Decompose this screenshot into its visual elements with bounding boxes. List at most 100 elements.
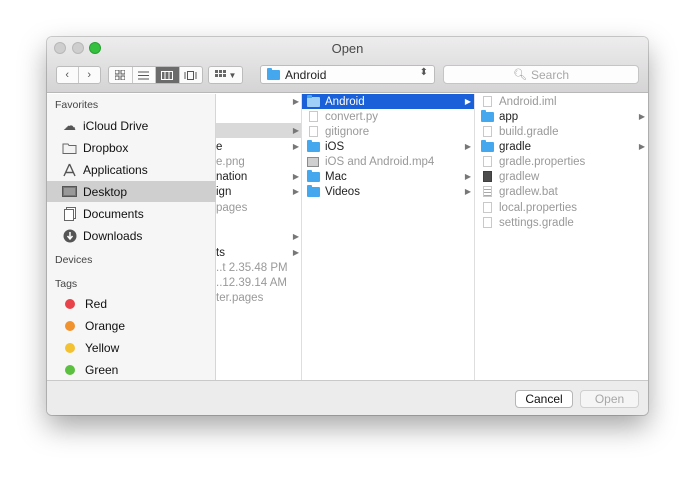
sidebar-item-documents[interactable]: Documents	[47, 203, 216, 224]
list-item[interactable]: ign ▶	[216, 184, 301, 199]
sidebar-item-label: Documents	[83, 206, 144, 221]
list-item[interactable]: gradlew.bat	[475, 184, 648, 199]
folder-icon	[267, 67, 280, 80]
documents-icon	[61, 206, 78, 221]
browser-column-1: ▶ ▶ e ▶ e.png nation ▶ ign ▶ pages ▶ ts ▶ ..…	[216, 94, 302, 380]
orange-tag-dot-icon	[65, 320, 75, 331]
folder-icon	[307, 184, 320, 197]
sidebar-item-dropbox[interactable]: Dropbox	[47, 137, 216, 158]
browser-column-3: Android.iml app ▶ build.gradle gradle ▶ gr…	[475, 94, 648, 380]
list-item[interactable]: gradlew	[475, 169, 648, 184]
list-item[interactable]: settings.gradle	[475, 215, 648, 230]
list-item[interactable]: local.properties	[475, 200, 648, 215]
file-icon	[483, 96, 492, 107]
chevron-left-icon: ‹	[65, 69, 70, 81]
sidebar-item-applications[interactable]: Applications	[47, 159, 216, 180]
cancel-button[interactable]: Cancel	[515, 390, 573, 408]
list-item[interactable]: gradle.properties	[475, 154, 648, 169]
chevron-right-icon: ▶	[292, 232, 299, 241]
file-icon	[309, 111, 318, 122]
titlebar: Open ‹ › ▼ Android ⬍ 🔍︎ Search	[47, 37, 648, 93]
column-view-button[interactable]	[156, 67, 180, 83]
window-title: Open	[331, 41, 364, 56]
list-item[interactable]: Android.iml	[475, 94, 648, 109]
forward-button[interactable]: ›	[79, 67, 100, 83]
list-item[interactable]: gradle ▶	[475, 139, 648, 154]
list-item[interactable]: nation ▶	[216, 169, 301, 184]
sidebar-item-label: Desktop	[83, 184, 128, 199]
sidebar-item-downloads[interactable]: Downloads	[47, 225, 216, 246]
folder-icon	[481, 109, 494, 122]
list-item[interactable]: ter.pages	[216, 290, 301, 305]
sidebar-item-label: Downloads	[83, 228, 143, 243]
bottom-bar: Cancel Open	[47, 380, 648, 415]
chevron-right-icon: ▶	[464, 172, 471, 181]
sidebar-item-desktop[interactable]: Desktop	[47, 181, 216, 202]
open-button[interactable]: Open	[580, 390, 639, 408]
column-view-icon	[161, 70, 174, 80]
folder-icon	[307, 169, 320, 182]
folder-icon	[307, 94, 320, 107]
sidebar-item-label: Applications	[83, 162, 148, 177]
list-item[interactable]: convert.py	[302, 109, 474, 124]
script-file-icon	[483, 186, 492, 197]
list-item[interactable]: ▶	[216, 123, 301, 138]
folder-icon	[481, 139, 494, 152]
file-icon	[483, 126, 492, 137]
tag-orange[interactable]: Orange	[47, 315, 216, 336]
file-icon	[483, 217, 492, 228]
sidebar-item-icloud-drive[interactable]: ☁ iCloud Drive	[47, 115, 216, 136]
tag-green[interactable]: Green	[47, 359, 216, 380]
location-label: Android	[285, 67, 327, 82]
back-button[interactable]: ‹	[57, 67, 79, 83]
cover-flow-icon	[184, 70, 197, 80]
downloads-icon	[61, 228, 78, 243]
chevron-right-icon: ▶	[292, 126, 299, 135]
open-dialog: Open ‹ › ▼ Android ⬍ 🔍︎ Search Favorites…	[47, 37, 648, 415]
list-item[interactable]: iOS ▶	[302, 139, 474, 154]
view-mode-control	[108, 66, 203, 84]
list-item[interactable]: ts ▶	[216, 245, 301, 260]
list-item[interactable]: build.gradle	[475, 124, 648, 139]
file-icon	[309, 126, 318, 137]
chevron-right-icon: ▶	[292, 248, 299, 257]
tag-red[interactable]: Red	[47, 293, 216, 314]
list-view-button[interactable]	[133, 67, 156, 83]
list-item[interactable]: ..t 2.35.48 PM	[216, 260, 301, 275]
applications-icon	[61, 162, 78, 177]
tag-label: Yellow	[85, 340, 120, 355]
list-item[interactable]: app ▶	[475, 109, 648, 124]
list-item-android[interactable]: Android ▶	[302, 94, 474, 109]
list-item[interactable]: Mac ▶	[302, 169, 474, 184]
red-tag-dot-icon	[65, 298, 75, 309]
arrange-button[interactable]: ▼	[208, 66, 243, 84]
tag-label: Green	[85, 362, 119, 377]
list-item[interactable]: e.png	[216, 154, 301, 169]
list-item[interactable]: gitignore	[302, 124, 474, 139]
chevron-right-icon: ▶	[292, 142, 299, 151]
desktop-icon	[61, 184, 78, 199]
list-item[interactable]: iOS and Android.mp4	[302, 154, 474, 169]
chevron-right-icon: ▶	[292, 187, 299, 196]
executable-icon	[483, 171, 492, 182]
chevron-right-icon: ▶	[464, 97, 471, 106]
chevron-right-icon: ▶	[292, 172, 299, 181]
tag-yellow[interactable]: Yellow	[47, 337, 216, 358]
icon-view-icon	[115, 70, 126, 80]
navigation-buttons: ‹ ›	[56, 66, 101, 84]
cover-flow-view-button[interactable]	[180, 67, 203, 83]
devices-header: Devices	[55, 254, 93, 266]
list-item[interactable]: ▶	[216, 94, 301, 109]
list-item[interactable]: ▶	[216, 229, 301, 244]
chevron-right-icon: ▶	[638, 142, 645, 151]
list-item[interactable]: Videos ▶	[302, 184, 474, 199]
chevron-right-icon: ▶	[638, 112, 645, 121]
icon-view-button[interactable]	[109, 67, 133, 83]
list-item[interactable]: e ▶	[216, 139, 301, 154]
location-popup[interactable]: Android ⬍	[260, 65, 435, 84]
green-tag-dot-icon	[65, 364, 75, 375]
list-item[interactable]: ..12.39.14 AM	[216, 275, 301, 290]
search-field[interactable]: 🔍︎ Search	[443, 65, 639, 84]
list-item[interactable]: pages	[216, 200, 301, 215]
favorites-header: Favorites	[55, 99, 99, 111]
